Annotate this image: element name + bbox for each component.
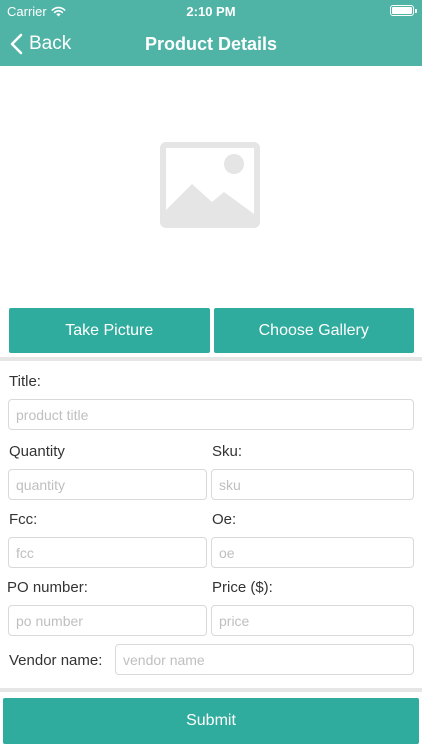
title-label: Title: <box>9 373 41 390</box>
submit-button[interactable]: Submit <box>3 698 419 744</box>
status-bar: Carrier 2:10 PM <box>0 0 422 22</box>
sku-input[interactable] <box>211 469 414 500</box>
photo-actions: Take Picture Choose Gallery <box>9 308 414 353</box>
fcc-label: Fcc: <box>9 511 38 528</box>
sku-label: Sku: <box>212 443 243 460</box>
battery-icon <box>390 5 417 16</box>
divider <box>0 357 422 361</box>
quantity-label: Quantity <box>9 443 65 460</box>
vendor-name-input[interactable] <box>115 644 414 675</box>
title-input[interactable] <box>8 399 414 430</box>
price-input[interactable] <box>211 605 414 636</box>
status-time: 2:10 PM <box>186 4 236 19</box>
oe-label: Oe: <box>212 511 237 528</box>
fcc-input[interactable] <box>8 537 207 568</box>
take-picture-button[interactable]: Take Picture <box>9 308 210 353</box>
quantity-input[interactable] <box>8 469 207 500</box>
price-label: Price ($): <box>212 579 273 596</box>
image-placeholder-icon <box>160 142 260 228</box>
navigation-bar: Back Product Details <box>0 22 422 66</box>
page-title: Product Details <box>144 34 278 54</box>
po-number-input[interactable] <box>8 605 207 636</box>
divider <box>0 688 422 692</box>
choose-gallery-button[interactable]: Choose Gallery <box>213 308 414 353</box>
oe-input[interactable] <box>211 537 414 568</box>
po-number-label: PO number: <box>7 579 88 596</box>
vendor-name-label: Vendor name: <box>9 652 103 669</box>
product-image-area[interactable] <box>0 66 422 304</box>
